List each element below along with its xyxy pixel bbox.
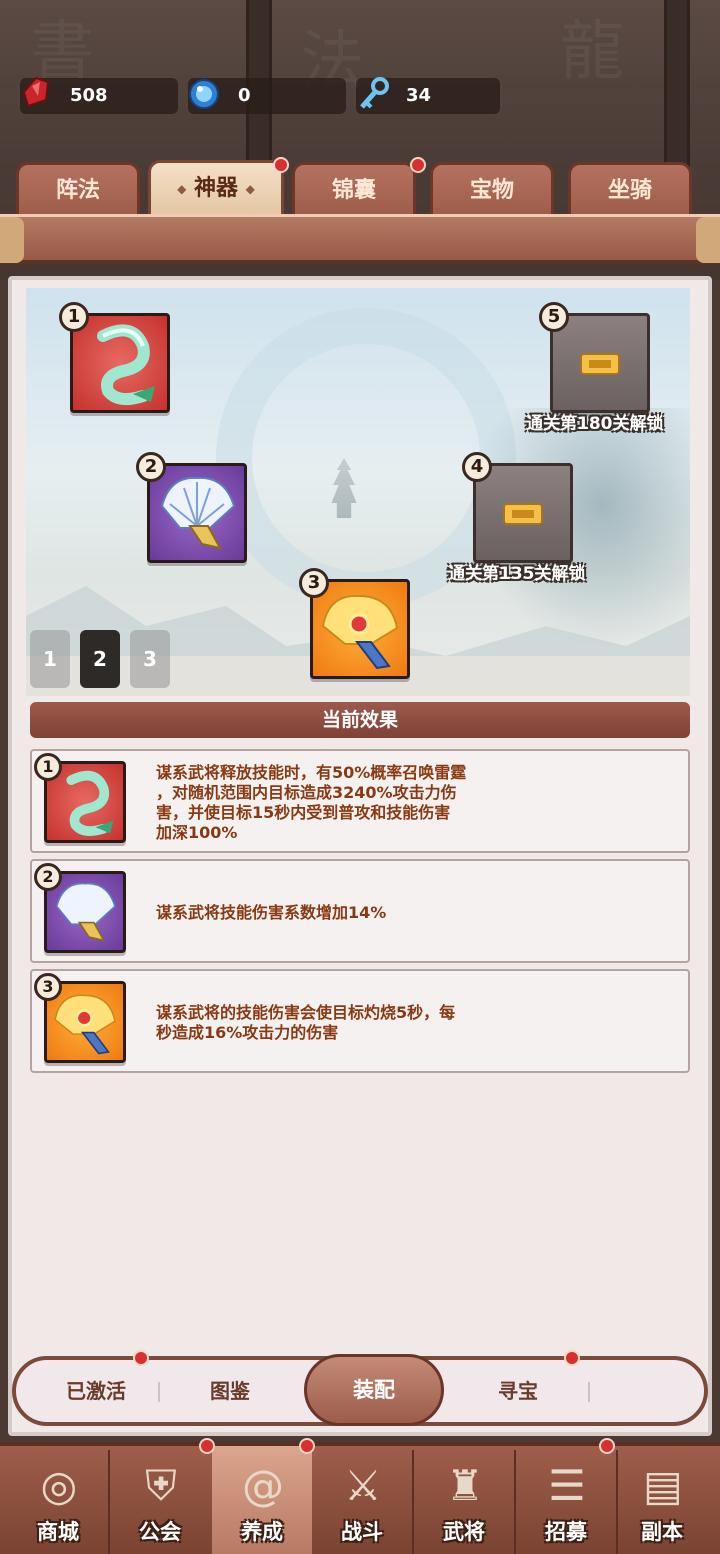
effect-card-2: 2 谋系武将技能伤害系数增加14% — [30, 859, 690, 963]
subnav-treasure-hunt[interactable]: 寻宝 — [458, 1360, 578, 1422]
diamond-icon: ◆ — [177, 182, 187, 196]
notification-dot — [410, 157, 426, 173]
currency-value: 508 — [70, 85, 108, 106]
subnav-equip[interactable]: 装配 — [304, 1354, 444, 1426]
pillar — [664, 0, 690, 180]
map-icon: ▤ — [643, 1461, 683, 1510]
notification-dot — [299, 1438, 315, 1454]
page-button-3[interactable]: 3 — [130, 630, 170, 688]
subnav-activated[interactable]: 已激活 — [36, 1360, 156, 1422]
shield-swords-icon: ⛨ — [145, 1461, 177, 1510]
feather-fan-icon — [160, 476, 236, 550]
tab-stratagem[interactable]: 锦囊 — [292, 162, 416, 216]
bottom-navigation: ◎ 商城 ⛨ 公会 @ 养成 ⚔ 战斗 ♜ 武将 ☰ 招募 ▤ 副本 — [0, 1442, 720, 1554]
effect-description: 谋系武将释放技能时，有50%概率召唤雷霆 ，对随机范围内目标造成3240%攻击力… — [156, 763, 467, 842]
currency-value: 0 — [238, 85, 251, 106]
scroll-icon: ☰ — [548, 1461, 586, 1510]
calligraphy-decoration: 龍 — [560, 15, 624, 89]
unlock-caption: 通关第135关解锁 — [448, 564, 586, 584]
currency-value: 34 — [406, 85, 432, 106]
jade-dragon-icon — [97, 324, 155, 406]
slot-number-badge: 5 — [539, 302, 569, 332]
crossed-swords-icon: ⚔ — [344, 1461, 382, 1510]
diamond-icon: ◆ — [245, 182, 255, 196]
subnav-separator — [158, 1382, 160, 1402]
slot-number-badge: 3 — [299, 568, 329, 598]
effect-card-1: 1 谋系武将释放技能时，有50%概率召唤雷霆 ，对随机范围内目标造成3240%攻… — [30, 749, 690, 853]
notification-dot — [273, 157, 289, 173]
effect-number-badge: 3 — [34, 973, 62, 1001]
nav-guild[interactable]: ⛨ 公会 — [110, 1446, 210, 1554]
tab-mount[interactable]: 坐骑 — [568, 162, 692, 216]
notification-dot — [133, 1350, 149, 1366]
blue-orb-icon — [189, 79, 219, 109]
nav-recruit[interactable]: ☰ 招募 — [516, 1446, 616, 1554]
nav-battle[interactable]: ⚔ 战斗 — [312, 1446, 412, 1554]
slot-number-badge: 2 — [136, 452, 166, 482]
artifact-slot-1[interactable]: 1 — [59, 302, 170, 413]
slot-number-badge: 4 — [462, 452, 492, 482]
artifact-slot-3[interactable]: 3 — [299, 568, 410, 679]
subnav-catalog[interactable]: 图鉴 — [170, 1360, 290, 1422]
effect-number-badge: 2 — [34, 863, 62, 891]
effect-description: 谋系武将的技能伤害会使目标灼烧5秒，每 秒造成16%攻击力的伤害 — [156, 1003, 456, 1042]
locked-slot-icon — [580, 353, 620, 375]
notification-dot — [199, 1438, 215, 1454]
artifact-slot-2[interactable]: 2 — [136, 452, 247, 563]
subnav-separator — [588, 1382, 590, 1402]
nav-shop[interactable]: ◎ 商城 — [8, 1446, 108, 1554]
unlock-caption: 通关第180关解锁 — [526, 414, 664, 434]
red-gem-icon — [22, 76, 50, 108]
artifact-subnav: 已激活 图鉴 装配 寻宝 — [12, 1354, 708, 1426]
currency-blue-orb[interactable]: 0 — [188, 78, 346, 114]
helmet-icon: ♜ — [446, 1461, 484, 1510]
tab-formation[interactable]: 阵法 — [16, 162, 140, 216]
currency-red-gem[interactable]: 508 — [20, 76, 178, 114]
effects-header: 当前效果 — [30, 702, 690, 738]
effect-description: 谋系武将技能伤害系数增加14% — [156, 903, 387, 922]
tab-artifact[interactable]: ◆ 神器 ◆ — [148, 160, 284, 214]
page-button-1[interactable]: 1 — [30, 630, 70, 688]
artifact-slot-4-locked[interactable]: 4 — [462, 452, 573, 563]
notification-dot — [599, 1438, 615, 1454]
currency-key[interactable]: 34 — [356, 77, 500, 114]
locked-slot-icon — [503, 503, 543, 525]
effect-card-3: 3 谋系武将的技能伤害会使目标灼烧5秒，每 秒造成16%攻击力的伤害 — [30, 969, 690, 1073]
nav-generals[interactable]: ♜ 武将 — [414, 1446, 514, 1554]
notification-dot — [564, 1350, 580, 1366]
effect-number-badge: 1 — [34, 753, 62, 781]
golden-fan-icon — [321, 594, 399, 670]
nav-dungeon[interactable]: ▤ 副本 — [612, 1446, 712, 1554]
key-icon — [360, 77, 389, 109]
slot-number-badge: 1 — [59, 302, 89, 332]
rail-cap — [0, 217, 24, 263]
swirl-icon: @ — [242, 1461, 284, 1510]
tab-bar-rail — [0, 214, 720, 264]
artifact-slot-5-locked[interactable]: 5 — [539, 302, 650, 413]
tab-treasure[interactable]: 宝物 — [430, 162, 554, 216]
rail-cap — [696, 217, 720, 263]
page-button-2[interactable]: 2 — [80, 630, 120, 688]
coin-shop-icon: ◎ — [40, 1461, 78, 1510]
nav-cultivate[interactable]: @ 养成 — [212, 1446, 312, 1554]
